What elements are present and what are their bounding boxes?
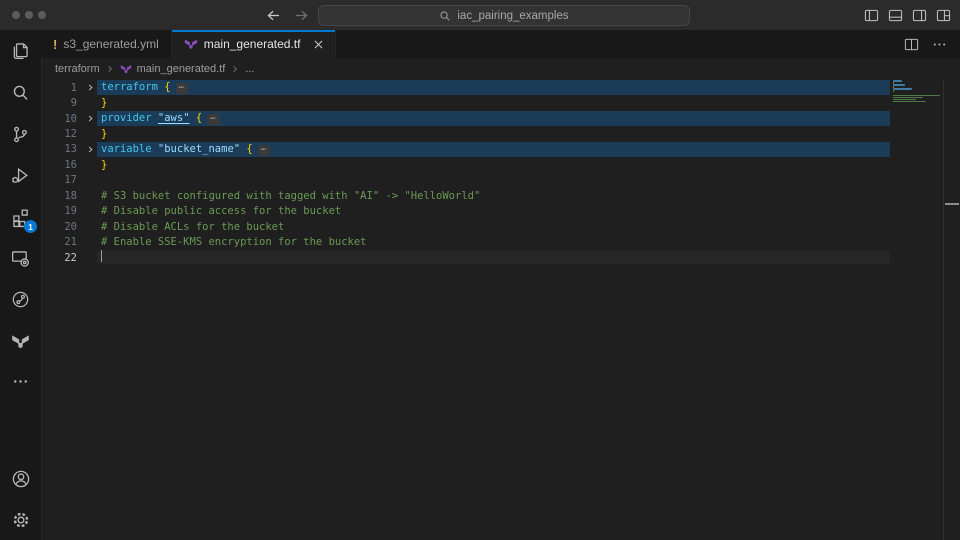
code-line-9[interactable]: 9} — [41, 95, 960, 110]
breadcrumb-symbol[interactable]: ... — [245, 63, 254, 75]
traffic-light-minimize[interactable] — [25, 11, 33, 19]
folded-code-ellipsis[interactable]: ⋯ — [176, 83, 188, 94]
code-line-20[interactable]: 20 # Disable ACLs for the bucket — [41, 219, 960, 234]
code-line-19[interactable]: 19 # Disable public access for the bucket — [41, 204, 960, 219]
fold-chevron-icon[interactable] — [80, 145, 101, 154]
code-editor[interactable]: 1terraform {⋯9}10provider "aws" {⋯12}13v… — [41, 80, 960, 540]
code-line-10[interactable]: 10 provider "aws" {⋯ — [41, 111, 960, 126]
code-text: } — [101, 159, 107, 171]
run-and-debug-icon[interactable] — [0, 158, 41, 192]
code-text: # Disable ACLs for the bucket — [101, 221, 284, 233]
overview-ruler-cursor-mark — [945, 203, 959, 205]
window-controls[interactable] — [12, 11, 46, 19]
code-text: terraform {⋯ — [101, 81, 188, 94]
terraform-file-icon-small — [120, 63, 132, 75]
code-text: } — [101, 97, 107, 109]
toggle-panel-icon[interactable] — [888, 8, 903, 23]
explorer-icon[interactable] — [0, 33, 41, 67]
code-text: # S3 bucket configured with tagged with … — [101, 190, 480, 202]
traffic-light-close[interactable] — [12, 11, 20, 19]
account-icon[interactable] — [0, 462, 41, 496]
line-number: 12 — [41, 128, 80, 140]
code-line-21[interactable]: 21 # Enable SSE-KMS encryption for the bu… — [41, 234, 960, 249]
code-line-16[interactable]: 16} — [41, 157, 960, 172]
traffic-light-zoom[interactable] — [38, 11, 46, 19]
code-lines: 1terraform {⋯9}10provider "aws" {⋯12}13v… — [41, 80, 960, 265]
activity-bar: 1 — [0, 30, 42, 540]
source-control-icon[interactable] — [0, 117, 41, 151]
breadcrumb-file[interactable]: main_generated.tf — [137, 63, 226, 75]
command-center-search[interactable]: iac_pairing_examples — [318, 5, 690, 26]
yaml-warning-icon: ! — [53, 38, 57, 51]
title-bar: iac_pairing_examples — [0, 0, 960, 30]
minimap-line — [893, 103, 944, 105]
search-view-icon[interactable] — [0, 75, 41, 109]
line-number: 19 — [41, 205, 80, 217]
chevron-right-icon — [106, 65, 114, 73]
terraform-file-icon — [184, 37, 198, 51]
split-editor-icon[interactable] — [904, 37, 919, 52]
line-number: 1 — [41, 82, 80, 94]
minimap[interactable] — [893, 80, 944, 105]
line-number: 13 — [41, 143, 80, 155]
code-text — [101, 250, 102, 265]
close-tab-icon[interactable] — [314, 40, 323, 49]
forward-icon[interactable] — [293, 7, 310, 24]
line-number: 18 — [41, 190, 80, 202]
tab-main-generated-tf[interactable]: main_generated.tf — [172, 30, 337, 58]
line-number: 9 — [41, 97, 80, 109]
more-views-icon[interactable] — [0, 364, 41, 398]
tab-label: s3_generated.yml — [63, 37, 158, 51]
line-number: 16 — [41, 159, 80, 171]
code-line-17[interactable]: 17 — [41, 173, 960, 188]
line-number: 22 — [41, 252, 80, 264]
customize-layout-icon[interactable] — [936, 8, 951, 23]
code-line-1[interactable]: 1 terraform {⋯ — [41, 80, 960, 95]
line-number: 10 — [41, 113, 80, 125]
extensions-icon[interactable]: 1 — [0, 200, 41, 234]
code-line-13[interactable]: 13 variable "bucket_name" {⋯ — [41, 142, 960, 157]
folded-code-ellipsis[interactable]: ⋯ — [207, 114, 219, 125]
line-number: 20 — [41, 221, 80, 233]
remote-explorer-icon[interactable] — [0, 241, 41, 275]
breadcrumb-folder[interactable]: terraform — [55, 63, 100, 75]
line-number: 21 — [41, 236, 80, 248]
fold-chevron-icon[interactable] — [80, 114, 101, 123]
search-icon — [439, 10, 451, 22]
tab-label: main_generated.tf — [204, 37, 301, 51]
extensions-badge: 1 — [24, 220, 37, 233]
line-number: 17 — [41, 174, 80, 186]
search-value: iac_pairing_examples — [457, 10, 568, 22]
code-text: provider "aws" {⋯ — [101, 112, 220, 125]
editor-group: ! s3_generated.yml main_generated.tf — [41, 30, 960, 540]
code-text: } — [101, 128, 107, 140]
text-cursor — [101, 250, 102, 262]
code-text: variable "bucket_name" {⋯ — [101, 143, 270, 156]
commit-graph-icon[interactable] — [0, 282, 41, 316]
settings-gear-icon[interactable] — [0, 503, 41, 537]
back-icon[interactable] — [265, 7, 282, 24]
tab-s3-generated-yml[interactable]: ! s3_generated.yml — [41, 30, 172, 58]
breadcrumb: terraform main_generated.tf ... — [41, 58, 960, 80]
scrollbar[interactable] — [943, 80, 960, 540]
toggle-secondary-sidebar-icon[interactable] — [912, 8, 927, 23]
fold-chevron-icon[interactable] — [80, 83, 101, 92]
code-line-22[interactable]: 22 — [41, 250, 960, 265]
code-line-12[interactable]: 12} — [41, 126, 960, 141]
more-actions-icon[interactable] — [932, 37, 947, 52]
chevron-right-icon — [231, 65, 239, 73]
terraform-view-icon[interactable] — [0, 324, 41, 358]
tab-bar: ! s3_generated.yml main_generated.tf — [41, 30, 960, 58]
code-text: # Enable SSE-KMS encryption for the buck… — [101, 236, 367, 248]
toggle-primary-sidebar-icon[interactable] — [864, 8, 879, 23]
folded-code-ellipsis[interactable]: ⋯ — [258, 145, 270, 156]
code-text: # Disable public access for the bucket — [101, 205, 341, 217]
code-line-18[interactable]: 18 # S3 bucket configured with tagged wit… — [41, 188, 960, 203]
